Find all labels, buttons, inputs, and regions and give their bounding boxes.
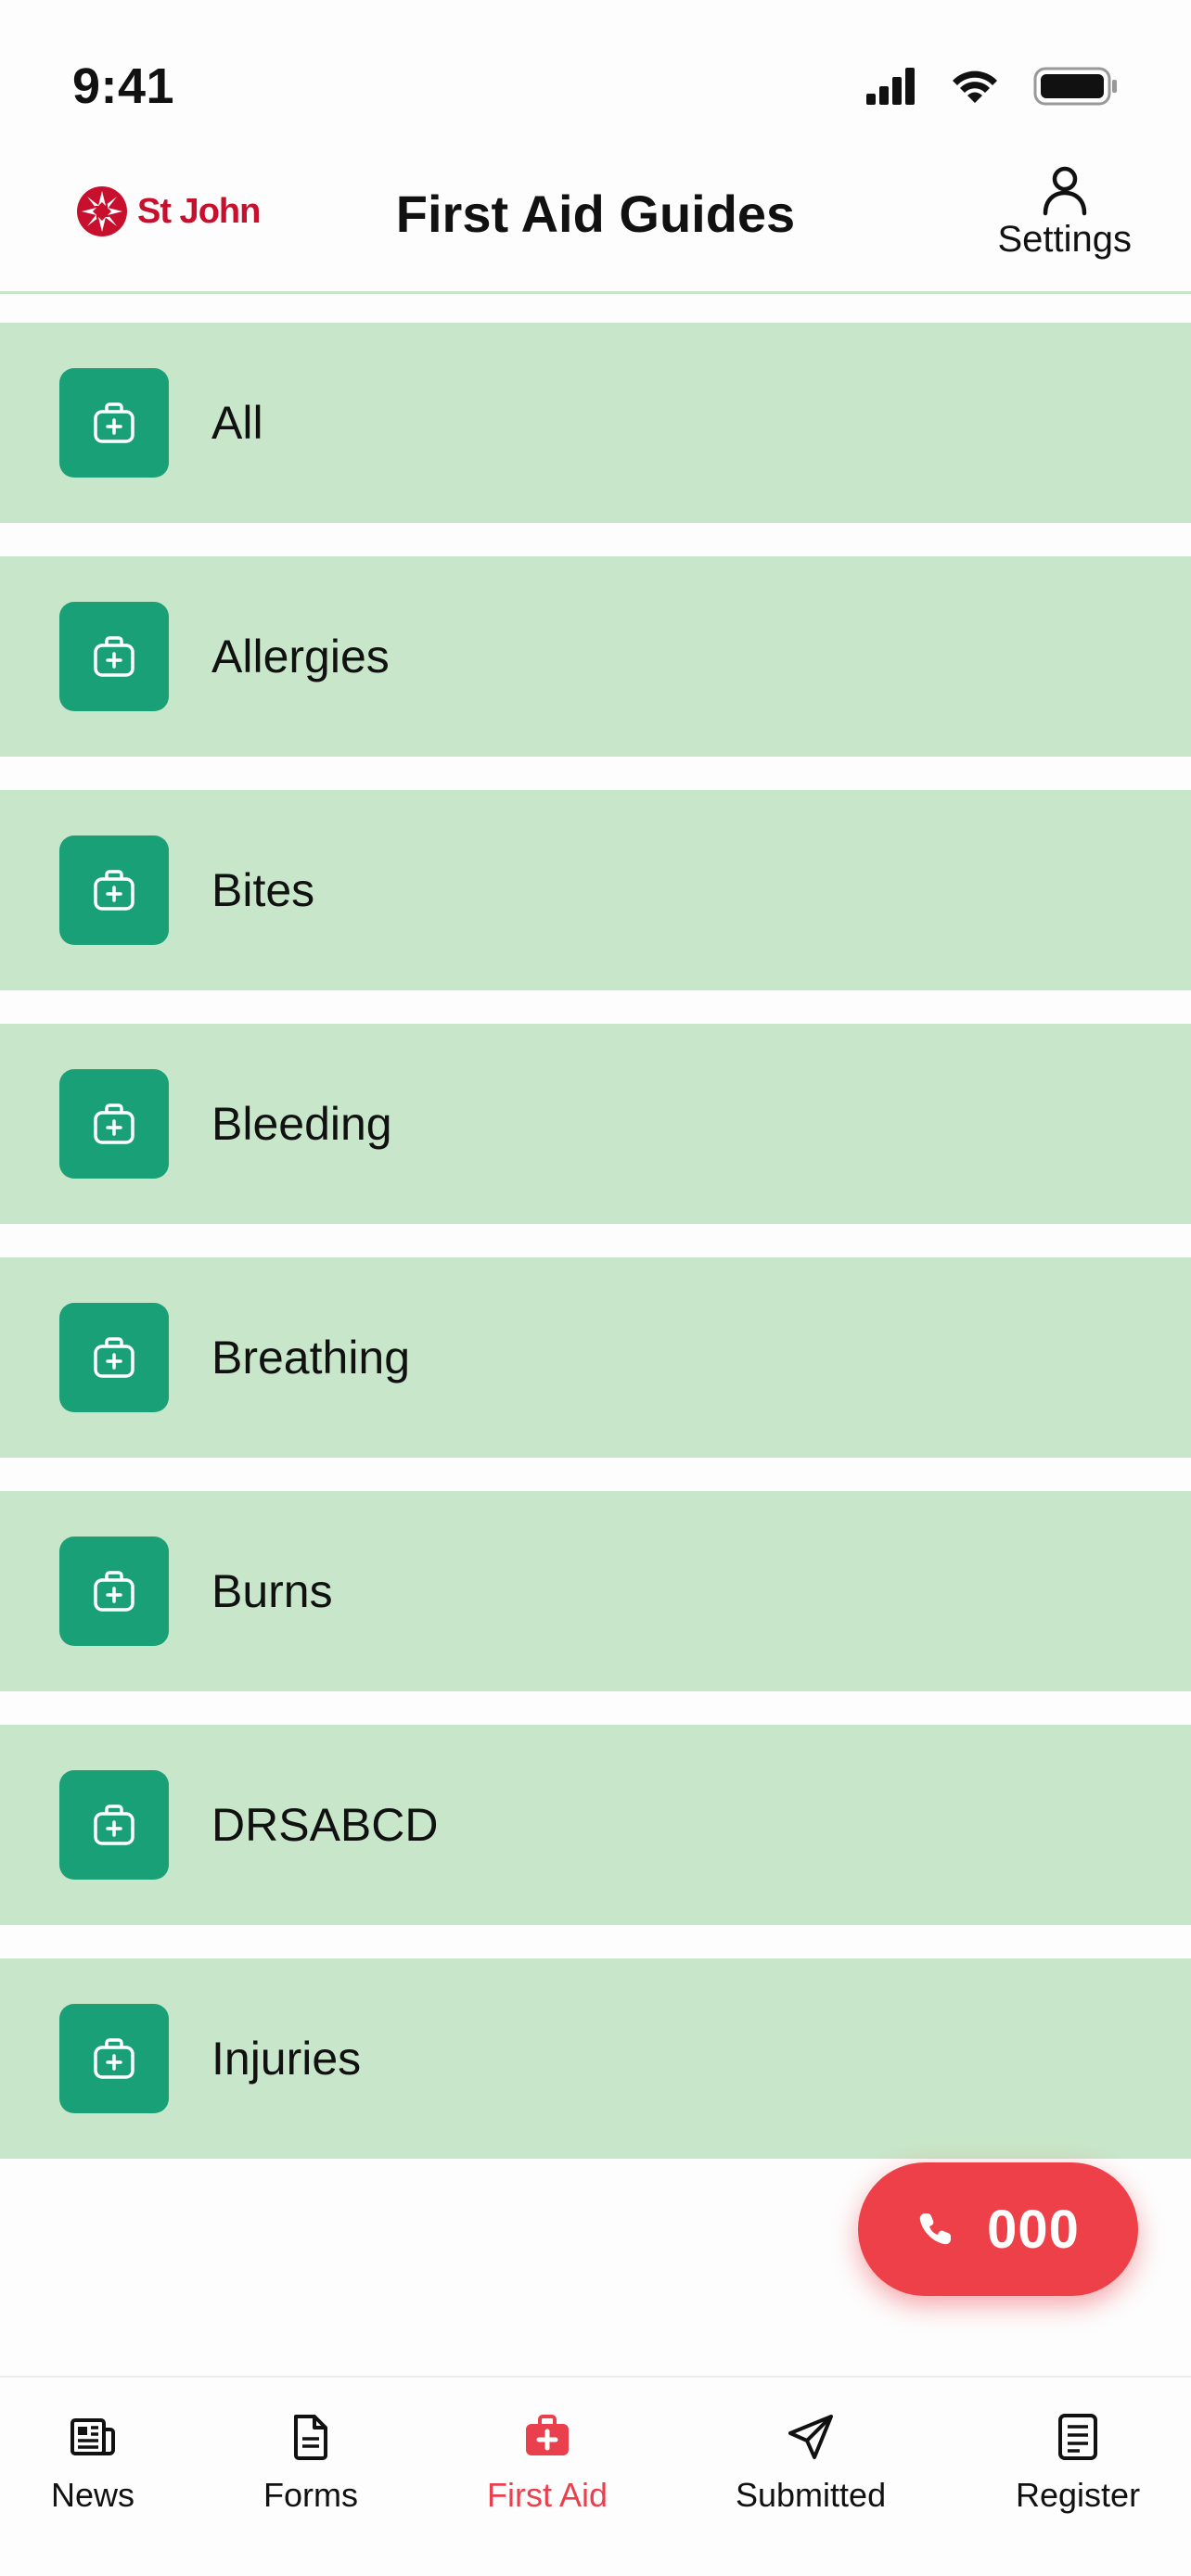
nav-item-news[interactable]: News	[51, 2411, 134, 2515]
nav-label: News	[51, 2476, 135, 2514]
nav-item-first-aid[interactable]: First Aid	[487, 2411, 608, 2515]
nav-label: Submitted	[736, 2476, 887, 2514]
phone-icon	[919, 2213, 952, 2245]
send-icon	[788, 2415, 834, 2459]
guide-label: DRSABCD	[211, 1799, 439, 1851]
guide-label: Breathing	[211, 1332, 411, 1384]
document-icon	[294, 2415, 327, 2460]
app-screen: 9:41 St John First Aid Guides Settings A…	[0, 0, 1191, 2576]
wifi-icon	[953, 70, 997, 103]
nav-label: Register	[1016, 2476, 1141, 2514]
app-header: St John First Aid Guides Settings	[0, 158, 1191, 294]
medical-kit-icon	[59, 602, 169, 711]
call-label: 000	[987, 2199, 1080, 2260]
guide-item-all[interactable]: All	[0, 323, 1191, 523]
medical-kit-icon	[59, 2004, 169, 2113]
bottom-nav: News Forms First Aid Submitted Register	[0, 2376, 1191, 2576]
medical-kit-icon	[59, 835, 169, 945]
medical-kit-icon	[59, 1537, 169, 1646]
guides-list: All Allergies Bites Bleeding Breathing B…	[0, 323, 1191, 2192]
medical-kit-icon	[59, 368, 169, 478]
user-icon	[1043, 166, 1086, 216]
guide-item-bites[interactable]: Bites	[0, 790, 1191, 990]
guide-label: Burns	[211, 1565, 333, 1617]
settings-label: Settings	[997, 219, 1132, 260]
nav-label: First Aid	[487, 2476, 608, 2514]
guide-label: Allergies	[211, 631, 390, 682]
guide-item-allergies[interactable]: Allergies	[0, 556, 1191, 757]
status-time: 9:41	[72, 58, 175, 114]
nav-item-register[interactable]: Register	[1016, 2411, 1140, 2515]
cellular-signal-icon	[866, 68, 915, 105]
guide-item-injuries[interactable]: Injuries	[0, 1958, 1191, 2159]
medical-kit-icon	[59, 1770, 169, 1880]
nav-item-forms[interactable]: Forms	[263, 2411, 358, 2515]
news-icon	[70, 2418, 116, 2455]
emergency-call-button[interactable]: 000	[858, 2162, 1138, 2296]
guide-item-bleeding[interactable]: Bleeding	[0, 1024, 1191, 1224]
guide-item-burns[interactable]: Burns	[0, 1491, 1191, 1691]
settings-button[interactable]: Settings	[997, 161, 1132, 261]
medical-kit-icon	[59, 1303, 169, 1412]
nav-label: Forms	[263, 2476, 358, 2514]
battery-icon	[1033, 67, 1117, 106]
status-icons	[866, 67, 1119, 106]
guide-item-breathing[interactable]: Breathing	[0, 1257, 1191, 1458]
status-bar: 9:41	[0, 0, 1191, 158]
register-icon	[1058, 2414, 1098, 2460]
nav-item-submitted[interactable]: Submitted	[736, 2411, 886, 2515]
guide-item-drsabcd[interactable]: DRSABCD	[0, 1725, 1191, 1925]
guide-label: Bleeding	[211, 1098, 392, 1150]
guide-label: All	[211, 397, 263, 449]
medical-kit-icon	[59, 1069, 169, 1179]
guide-label: Bites	[211, 864, 315, 916]
guide-label: Injuries	[211, 2033, 362, 2085]
first-aid-icon	[526, 2415, 570, 2455]
